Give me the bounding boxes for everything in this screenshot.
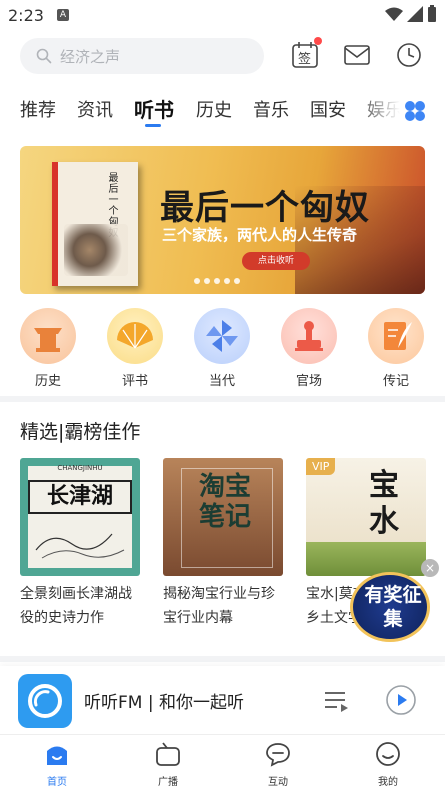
tab-news[interactable]: 资讯 [77, 96, 113, 122]
search-placeholder: 经济之声 [60, 48, 121, 66]
tabs-fade [355, 96, 400, 126]
award-floating-button[interactable]: 有奖征集 [350, 572, 430, 642]
wifi-icon [385, 7, 403, 21]
close-icon[interactable]: × [421, 559, 439, 577]
cover-subtitle: CHANGJINHU [57, 464, 103, 472]
tab-recommend[interactable]: 推荐 [20, 96, 56, 122]
nav-home[interactable]: 首页 [27, 741, 87, 788]
promo-banner[interactable]: 最后一个匈奴 最后一个匈奴 三个家族，两代人的人生传奇 点击收听 [20, 146, 425, 294]
category-label: 历史 [34, 374, 61, 389]
player-logo [18, 674, 72, 728]
notification-dot [314, 37, 322, 45]
banner-dot[interactable] [224, 278, 230, 284]
category-storytelling[interactable]: 评书 [105, 308, 165, 389]
nav-label: 首页 [47, 777, 67, 788]
radio-icon [156, 742, 180, 766]
nav-radio[interactable]: 广播 [138, 741, 198, 788]
playlist-icon[interactable] [322, 686, 350, 714]
category-history[interactable]: 历史 [18, 308, 78, 389]
category-biography[interactable]: 传记 [366, 308, 426, 389]
mail-icon [344, 45, 370, 65]
vip-badge: VIP [306, 458, 336, 475]
book-title: 揭秘淘宝行业与珍宝行业内幕 [163, 586, 275, 626]
pinwheel-icon [194, 308, 250, 364]
banner-book-cover: 最后一个匈奴 [52, 162, 138, 286]
home-icon [47, 746, 67, 765]
sign-in-button[interactable]: 签 [290, 37, 322, 70]
history-button[interactable] [394, 40, 424, 70]
banner-book-art [64, 224, 128, 276]
cover-title: 淘宝笔记 [198, 472, 251, 532]
more-categories-icon[interactable] [404, 100, 426, 122]
status-icons [385, 5, 437, 23]
profile-icon [376, 742, 400, 766]
nav-label: 广播 [158, 777, 178, 788]
banner-dot[interactable] [204, 278, 210, 284]
temple-icon [20, 308, 76, 364]
book-cover: CHANGJINHU 长津湖 [20, 458, 140, 576]
section-divider [0, 396, 445, 402]
search-icon [36, 48, 52, 64]
nav-profile[interactable]: 我的 [358, 741, 418, 788]
tab-security[interactable]: 国安 [310, 96, 346, 122]
category-officialdom[interactable]: 官场 [279, 308, 339, 389]
award-text: 有奖征集 [364, 584, 422, 630]
category-label: 评书 [121, 374, 148, 389]
book-card[interactable]: 淘宝笔记 揭秘淘宝行业与珍宝行业内幕 [163, 458, 283, 630]
cover-title: 长津湖 [28, 480, 132, 514]
nav-interact[interactable]: 互动 [248, 741, 308, 788]
book-cover: 淘宝笔记 [163, 458, 283, 576]
cover-title: 宝水 [369, 468, 399, 539]
book-cover: VIP 宝水 [306, 458, 426, 576]
clock-icon [397, 43, 421, 67]
tab-history[interactable]: 历史 [196, 96, 232, 122]
play-icon[interactable] [385, 684, 417, 716]
fan-icon [107, 308, 163, 364]
banner-title: 最后一个匈奴 [160, 188, 370, 228]
tab-music[interactable]: 音乐 [253, 96, 289, 122]
bottom-navigation: 首页 广播 互动 我的 [0, 734, 445, 792]
seal-icon [281, 308, 337, 364]
sign-label: 签 [298, 52, 312, 67]
section-title: 精选|霸榜佳作 [20, 421, 141, 443]
notification-icon: A [57, 9, 69, 21]
book-title: 全景刻画长津湖战役的史诗力作 [20, 586, 132, 626]
tab-audiobooks[interactable]: 听书 [134, 96, 174, 123]
mini-player[interactable]: 听听FM | 和你一起听 [0, 666, 445, 734]
banner-listen-button[interactable]: 点击收听 [242, 252, 310, 270]
banner-pagination [194, 278, 240, 284]
battery-icon [428, 5, 436, 22]
banner-dot[interactable] [214, 278, 220, 284]
book-card[interactable]: CHANGJINHU 长津湖 全景刻画长津湖战役的史诗力作 [20, 458, 140, 630]
active-tab-indicator [145, 124, 161, 127]
messages-button[interactable] [342, 40, 372, 70]
player-title: 听听FM | 和你一起听 [84, 693, 244, 713]
quill-icon [368, 308, 424, 364]
signal-icon [407, 6, 423, 22]
category-tabs: 推荐 资讯 听书 历史 音乐 国安 娱乐 [20, 96, 400, 130]
category-label: 传记 [382, 374, 409, 389]
banner-dot[interactable] [234, 278, 240, 284]
category-label: 当代 [208, 374, 235, 389]
nav-label: 互动 [268, 777, 288, 788]
banner-dot[interactable] [194, 278, 200, 284]
status-time: 2:23 [8, 6, 44, 25]
banner-subtitle: 三个家族，两代人的人生传奇 [162, 226, 358, 244]
category-contemporary[interactable]: 当代 [192, 308, 252, 389]
nav-label: 我的 [378, 777, 398, 788]
search-input[interactable]: 经济之声 [20, 38, 264, 74]
status-bar: 2:23 A [0, 0, 445, 32]
category-label: 官场 [295, 374, 322, 389]
chat-icon [266, 743, 290, 767]
section-divider [0, 656, 445, 662]
